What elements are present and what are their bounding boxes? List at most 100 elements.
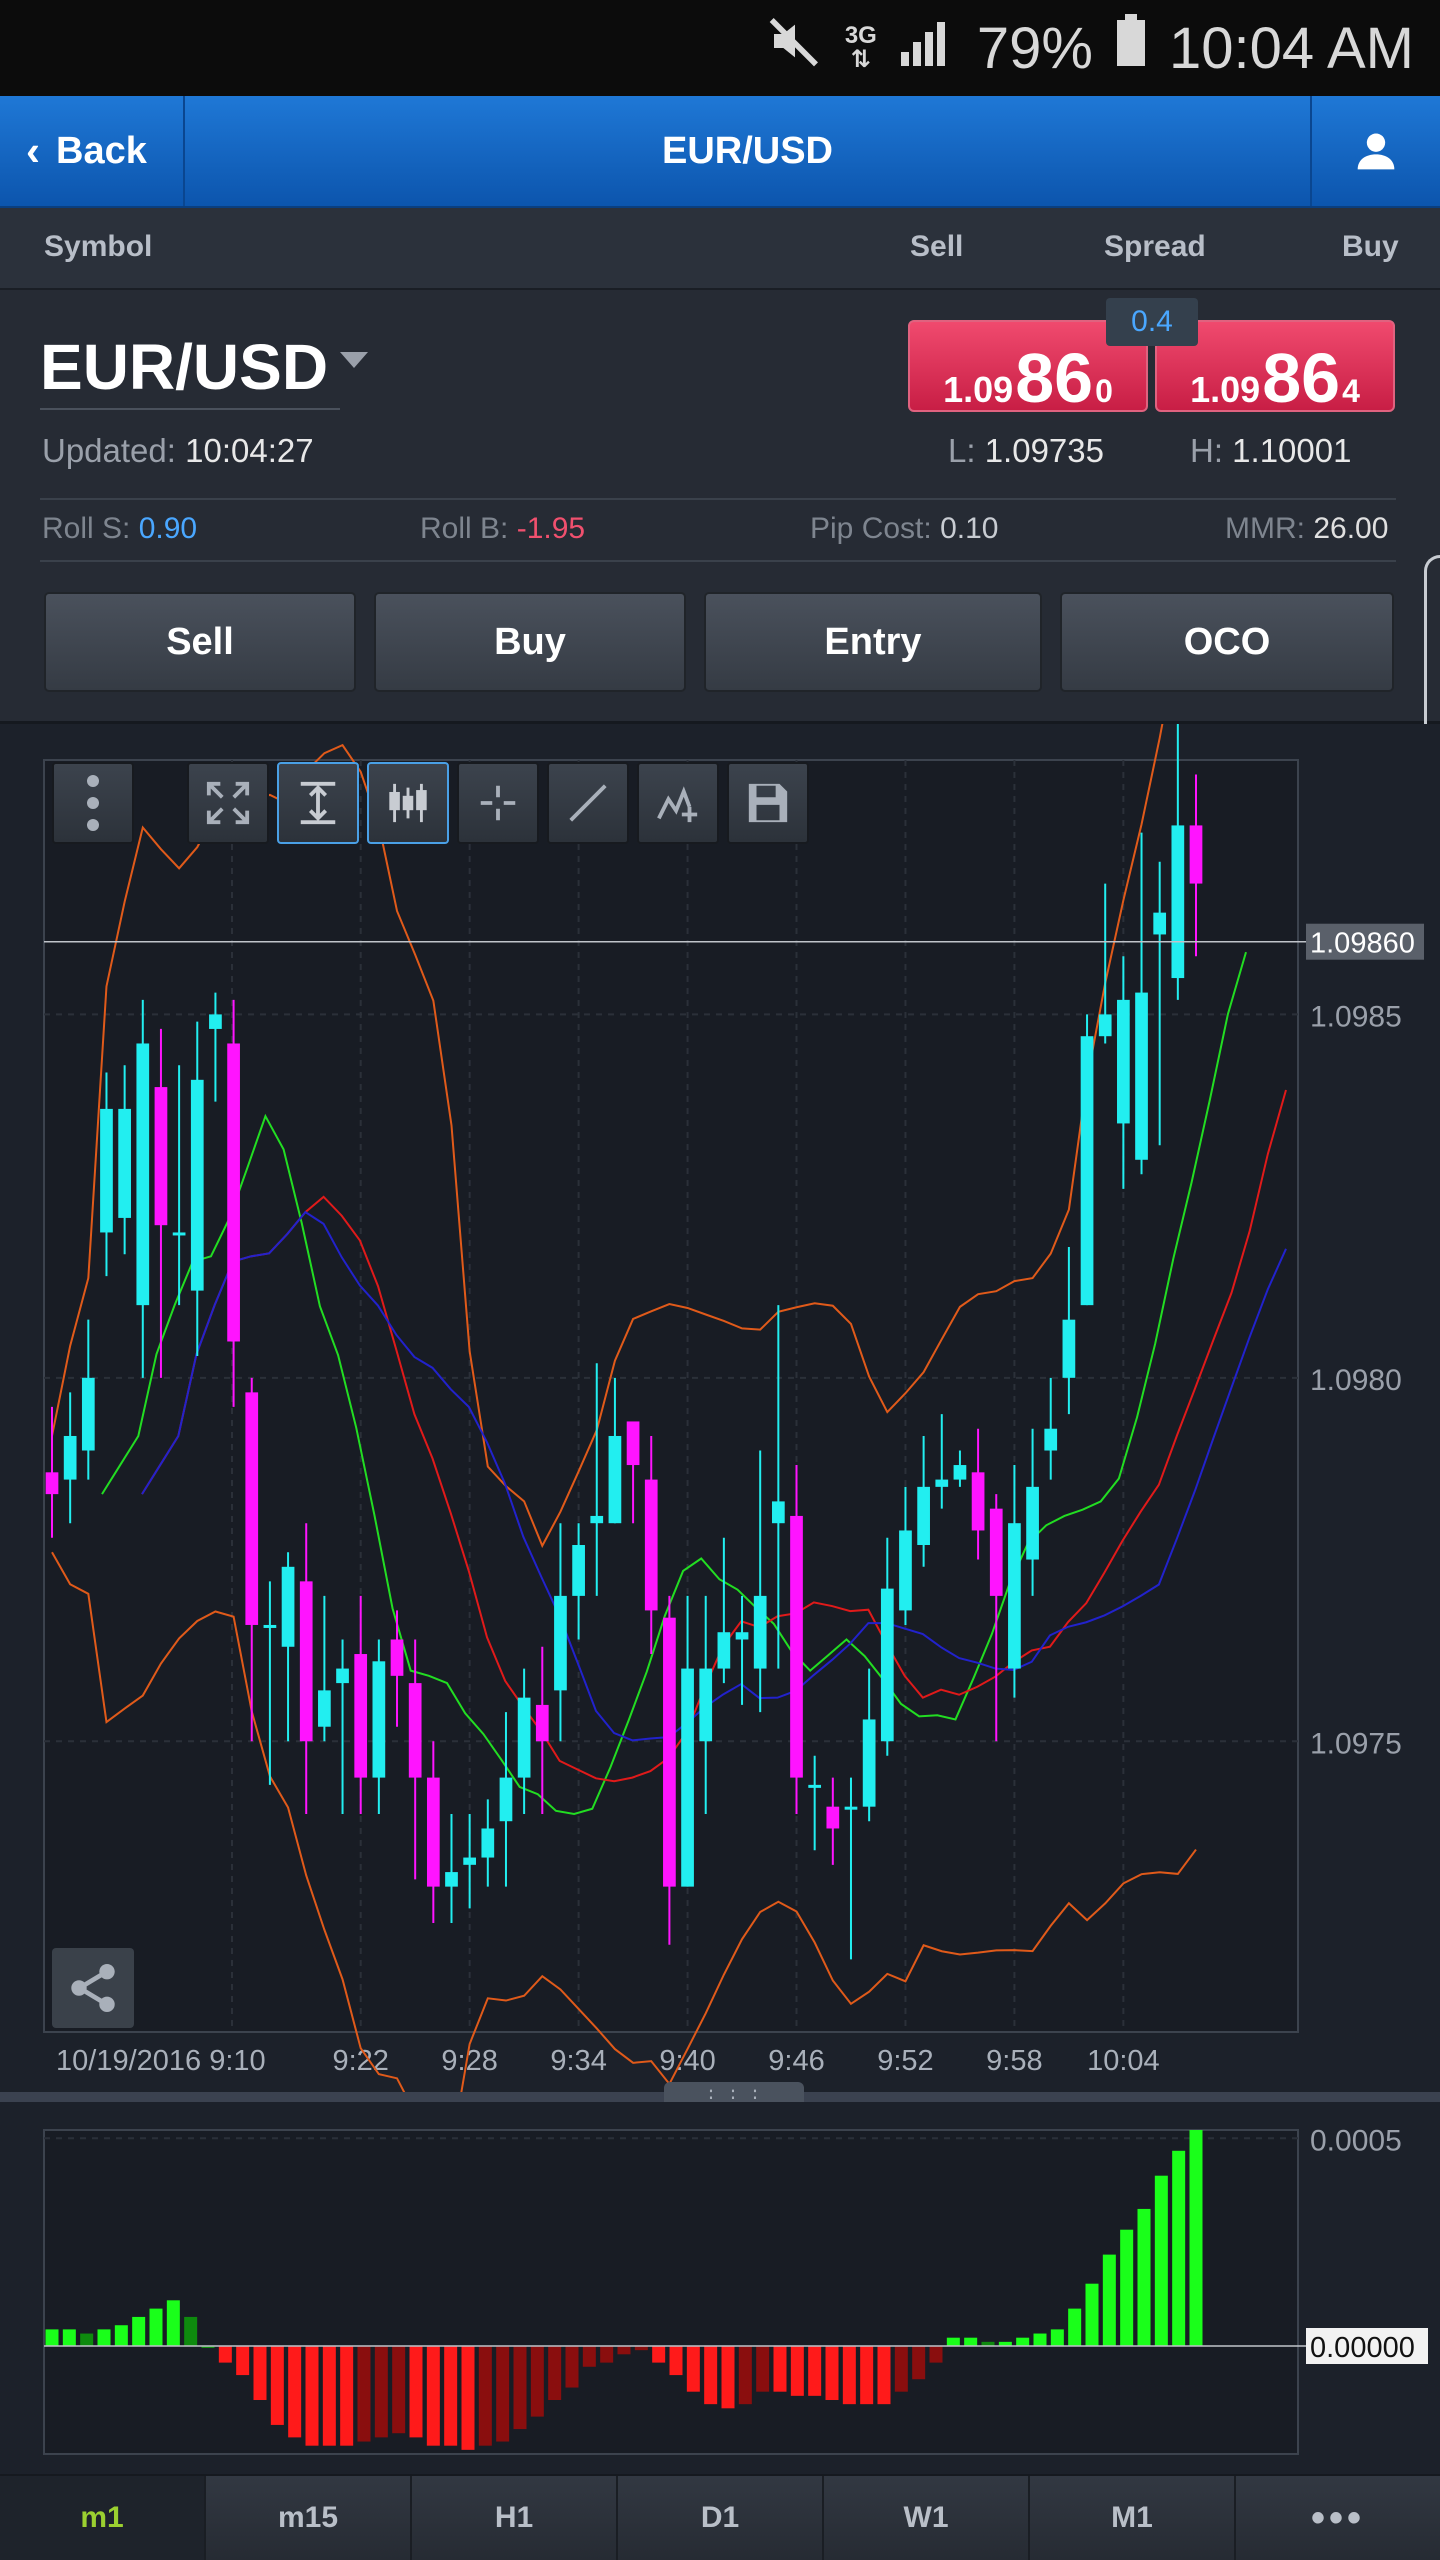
x-tick-label: 9:46 [768, 2045, 824, 2077]
candle-body [1062, 1319, 1076, 1378]
chevron-left-icon: ‹ [26, 127, 40, 174]
y-tick-label: 1.0975 [1310, 1727, 1402, 1760]
buy-price-pips: 86 [1262, 339, 1341, 417]
histogram-bar [322, 2346, 336, 2446]
sell-price-pips: 86 [1015, 339, 1094, 417]
oscillator-chart[interactable]: 0.0005 0.00000 [0, 2102, 1440, 2474]
histogram-bar [669, 2346, 683, 2376]
fit-vertical-button[interactable] [277, 762, 359, 844]
symbol-selector[interactable]: EUR/USD [40, 330, 328, 404]
fullscreen-icon [206, 781, 250, 825]
histogram-bar [565, 2346, 579, 2388]
candle-body [953, 1465, 967, 1480]
histogram-bar [236, 2346, 250, 2376]
histogram-bar [45, 2329, 59, 2346]
candle-body [336, 1668, 349, 1684]
histogram-bar [114, 2325, 128, 2346]
tab-mn1[interactable]: M1 [1030, 2476, 1236, 2560]
tab-h1[interactable]: H1 [412, 2476, 618, 2560]
candle-body [1189, 825, 1203, 884]
histogram-bar [426, 2346, 440, 2446]
candle-body [263, 1624, 277, 1628]
share-icon [71, 1963, 115, 2013]
candlestick-chart[interactable]: 1.09851.09801.097510/19/2016 9:10 9:22 9:2… [0, 724, 1440, 2092]
histogram-bar [1085, 2283, 1099, 2346]
candle-body [935, 1479, 949, 1487]
sell-button[interactable]: Sell [44, 592, 356, 692]
candle-body [608, 1435, 622, 1524]
save-icon [748, 783, 788, 823]
sell-price-prefix: 1.09 [943, 369, 1014, 410]
candle-body [63, 1435, 77, 1480]
y-tick-label: 1.0985 [1310, 1000, 1402, 1033]
battery-percent: 79% [976, 15, 1093, 81]
pip-cost-label: Pip Cost: [810, 512, 932, 545]
candle-body [1008, 1523, 1021, 1669]
histogram-bar [80, 2333, 94, 2346]
histogram-bar [1189, 2130, 1203, 2346]
candle-body [644, 1479, 658, 1611]
caret-down-icon[interactable] [340, 352, 368, 368]
candle-body [354, 1654, 368, 1778]
candle-body [572, 1545, 585, 1596]
histogram-bar [808, 2346, 822, 2396]
candle-body [844, 1806, 858, 1810]
candle-body [917, 1486, 930, 1546]
histogram-bar [357, 2346, 371, 2442]
histogram-bar [1120, 2229, 1134, 2346]
share-button[interactable] [52, 1948, 134, 2028]
histogram-bar [842, 2346, 856, 2405]
entry-button[interactable]: Entry [704, 592, 1042, 692]
y-tick-label: 1.0980 [1310, 1364, 1402, 1397]
histogram-bar [496, 2346, 510, 2442]
histogram-bar [548, 2346, 562, 2400]
candle-body [1153, 912, 1167, 935]
histogram-bar [946, 2337, 960, 2346]
chart-menu-button[interactable] [52, 762, 134, 844]
histogram-bar [132, 2316, 146, 2346]
candle-body [81, 1377, 95, 1451]
save-chart-button[interactable] [727, 762, 809, 844]
histogram-bar [461, 2346, 475, 2450]
fullscreen-button[interactable] [187, 762, 269, 844]
histogram-bar [530, 2346, 544, 2417]
candle-body [136, 1043, 150, 1306]
tab-d1[interactable]: D1 [618, 2476, 824, 2560]
histogram-bar [773, 2346, 787, 2392]
histogram-bar [1172, 2150, 1186, 2346]
back-button[interactable]: ‹ Back [0, 96, 185, 206]
fit-vertical-icon [300, 781, 336, 825]
tab-more[interactable]: ••• [1236, 2476, 1440, 2560]
price-chart-area[interactable]: 1.0985 1.0980 1.0975 10/19/2016 9:10 9:22 9:2… [0, 724, 1440, 2092]
candle-body [663, 1617, 676, 1887]
crosshair-button[interactable] [457, 762, 539, 844]
candle-body [318, 1690, 331, 1727]
candle-body [862, 1719, 876, 1807]
candle-body [626, 1421, 640, 1466]
roll-s-label: Roll S: [42, 512, 131, 545]
line-tool-button[interactable] [547, 762, 629, 844]
divider [40, 560, 1396, 562]
mute-icon [767, 13, 823, 83]
signal-icon [899, 15, 955, 82]
histogram-bar [305, 2346, 319, 2446]
histogram-bar [340, 2346, 354, 2446]
histogram-bar [912, 2346, 926, 2380]
back-label: Back [56, 129, 147, 172]
candle-body [681, 1668, 694, 1887]
profile-button[interactable] [1310, 96, 1440, 206]
oscillator-area[interactable]: 0.0005 0.00000 [0, 2102, 1440, 2474]
tab-w1[interactable]: W1 [824, 2476, 1030, 2560]
buy-button[interactable]: Buy [374, 592, 686, 692]
candlestick-type-button[interactable] [367, 762, 449, 844]
tab-m1[interactable]: m1 [0, 2476, 206, 2560]
indicator-button[interactable] [637, 762, 719, 844]
roll-s-stat: Roll S: 0.90 [42, 512, 197, 546]
network-label: 3G [844, 22, 877, 49]
status-bar: 3G ⇅ 79% 10:04 AM [0, 0, 1440, 96]
tab-m15[interactable]: m15 [206, 2476, 412, 2560]
oco-button[interactable]: OCO [1060, 592, 1394, 692]
histogram-bar [1102, 2254, 1116, 2346]
timeframe-tabs: m1 m15 H1 D1 W1 M1 ••• [0, 2474, 1440, 2560]
current-price-label: 1.09860 [1310, 928, 1415, 960]
